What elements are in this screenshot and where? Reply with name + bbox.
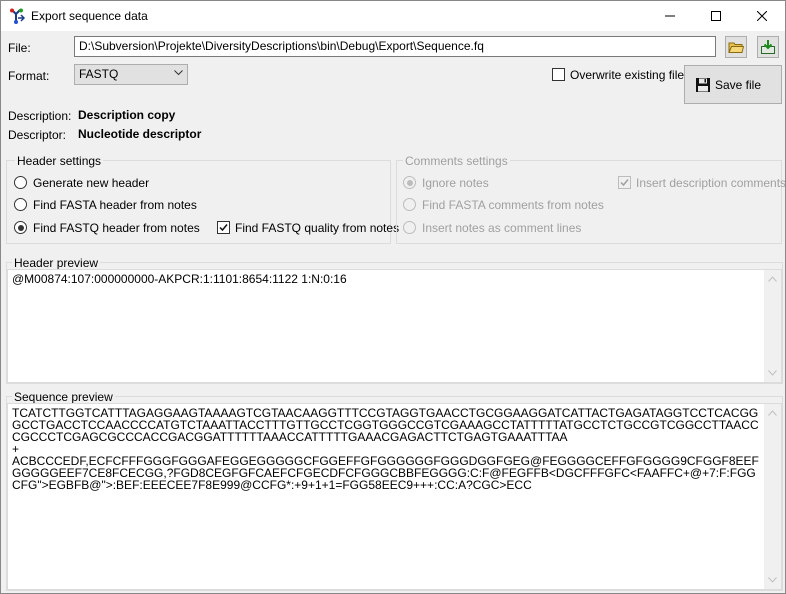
sequence-preview-title: Sequence preview [12,390,115,404]
comments-settings-title: Comments settings [403,154,510,168]
save-icon [696,77,710,92]
radio-find-fastq-header[interactable] [14,221,27,234]
overwrite-checkbox[interactable] [552,68,565,81]
maximize-button[interactable] [693,1,739,31]
file-path-input[interactable]: D:\Subversion\Projekte\DiversityDescript… [74,36,716,57]
radio-insert-notes-comment[interactable] [403,221,416,234]
description-label: Description: [8,109,72,123]
save-file-label: Save file [715,77,762,92]
description-value: Description copy [78,108,176,122]
check-icon [219,224,228,232]
header-preview-title: Header preview [12,256,101,270]
descriptor-label: Descriptor: [8,128,67,142]
close-icon [757,11,767,21]
folder-icon [728,42,744,53]
export-sequence-window: Export sequence data File: D:\Subversion… [0,0,786,594]
close-button[interactable] [739,1,785,31]
save-file-button[interactable]: Save file [684,65,782,104]
insert-description-checkbox[interactable] [618,176,631,189]
radio-find-fasta-comments[interactable] [403,198,416,211]
fastq-quality-label: Find FASTQ quality from notes [235,221,400,235]
insert-description-label: Insert description comments [636,176,786,190]
radio-ignore-notes[interactable] [403,176,416,189]
overwrite-label: Overwrite existing file [570,68,685,82]
browse-folder-button[interactable] [725,36,747,58]
descriptor-value: Nucleotide descriptor [78,127,202,141]
header-settings-title: Header settings [15,154,104,168]
format-select[interactable]: FASTQ [74,64,188,85]
scroll-down-icon [768,577,777,583]
sequence-line: TCATCTTGGTCATTTAGAGGAAGTAAAAGTCGTAACAAGG… [12,406,759,444]
header-preview-content: @M00874:107:000000000-AKPCR:1:1101:8654:… [12,272,347,286]
scroll-down-icon [768,370,777,376]
radio-insert-notes-comment-label: Insert notes as comment lines [422,221,582,235]
radio-find-fasta-header-label: Find FASTA header from notes [33,198,197,212]
radio-find-fasta-header[interactable] [14,198,27,211]
app-icon [9,8,26,24]
radio-generate-new-header[interactable] [14,176,27,189]
download-icon [761,40,775,54]
sequence-preview-scrollbar[interactable] [764,404,781,589]
fastq-quality-checkbox[interactable] [217,221,230,234]
window-title: Export sequence data [31,9,148,23]
scroll-up-icon [768,276,777,282]
header-preview-text[interactable]: @M00874:107:000000000-AKPCR:1:1101:8654:… [7,269,782,383]
chevron-down-icon [174,70,183,76]
header-preview-scrollbar[interactable] [764,270,781,382]
minimize-icon [665,15,675,17]
format-select-value: FASTQ [79,67,119,81]
sequence-preview-text[interactable]: TCATCTTGGTCATTTAGAGGAAGTAAAAGTCGTAACAAGG… [7,403,782,590]
file-label: File: [8,41,31,55]
scroll-up-icon [768,410,777,416]
quality-line: ACBCCCEDF,ECFCFFFGGGFGGGAFEGGEGGGGGCFGGE… [12,454,759,492]
title-bar: Export sequence data [1,1,785,31]
radio-ignore-notes-label: Ignore notes [422,176,489,190]
format-label: Format: [8,69,50,83]
maximize-icon [711,11,721,21]
radio-find-fasta-comments-label: Find FASTA comments from notes [422,198,604,212]
open-export-button[interactable] [757,36,779,58]
radio-generate-new-header-label: Generate new header [33,176,150,190]
radio-find-fastq-header-label: Find FASTQ header from notes [33,221,200,235]
check-icon [620,179,629,187]
minimize-button[interactable] [647,1,693,31]
